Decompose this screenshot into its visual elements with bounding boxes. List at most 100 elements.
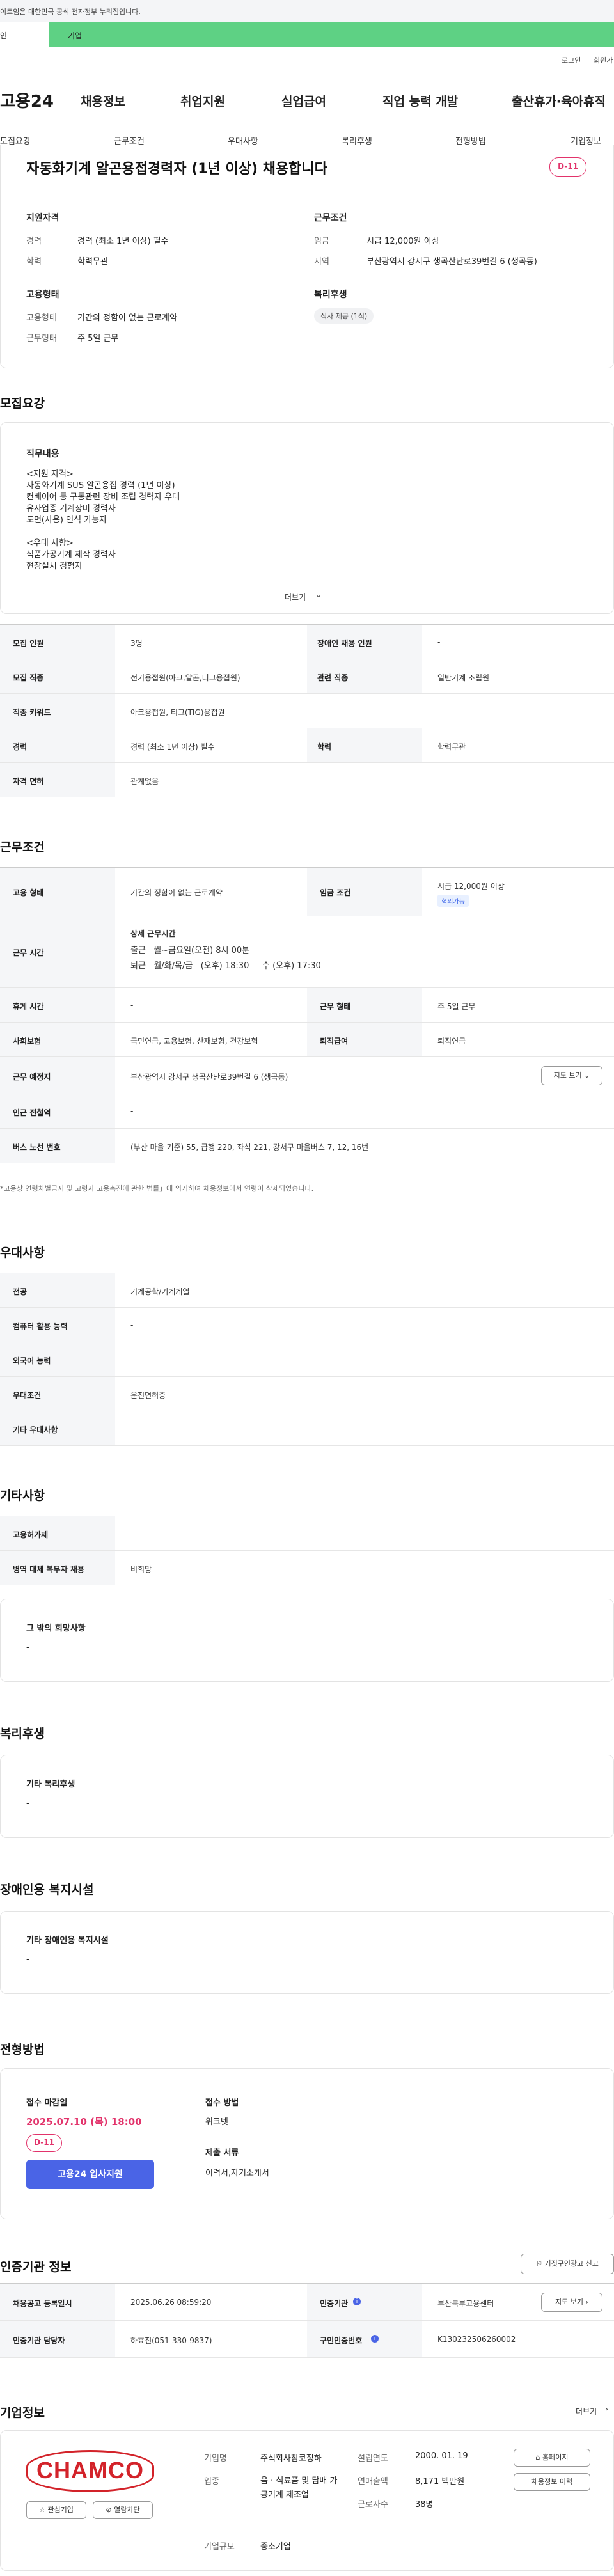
more-button[interactable]: 더보기 [285,592,306,602]
row-label: 퇴직급여 [320,1037,349,1046]
cond-label: 지역 [314,257,329,267]
disabled-card-value: - [26,1955,29,1965]
main-nav: 고용24 채용정보 취업지원 실업급여 직업 능력 개발 출산휴가·육아휴직 [0,74,614,125]
disabled-card-heading: 기타 장애인용 복지시설 [26,1936,109,1945]
table-row: 버스 노선 번호 (부산 마을 기준) 55, 급행 220, 좌석 221, … [0,1129,614,1163]
sales-value: 8,171 백만원 [415,2477,465,2486]
etc-wish-card: 그 밖의 희망사항 - [0,1599,614,1682]
homepage-button[interactable]: ⌂ 홈페이지 [514,2449,590,2467]
home-icon: ⌂ [535,2453,540,2462]
row-label: 인증기관 담당자 [13,2336,65,2345]
method-label: 접수 방법 [205,2098,239,2108]
nav-unemployment-benefit[interactable]: 실업급여 [281,92,326,109]
table-row: 휴게 시간 - 근무 형태 주 5일 근무 [0,988,614,1023]
chevron-right-icon: › [585,2298,588,2306]
emp-label: 근무형태 [26,334,57,343]
table-row: 사회보험 국민연금, 고용보험, 산재보험, 건강보험 퇴직급여 퇴직연금 [0,1023,614,1057]
method-value: 워크넷 [205,2117,228,2127]
personal-tab[interactable] [0,22,49,47]
row-label: 자격 면허 [13,777,44,786]
industry-label: 업종 [204,2477,219,2486]
report-button[interactable]: ⚐ 거짓구인광고 신고 [521,2254,614,2274]
job-desc-card: 직무내용 <지원 자격> 자동화기계 SUS 알곤용접 경력 (1년 이상) 컨… [0,422,614,614]
table-row: 채용공고 등록일시 2025.06.26 08:59:20 인증기관 i 부산북… [0,2284,614,2321]
company-more-link[interactable]: 더보기 [576,2406,597,2417]
founded-value: 2000. 01. 19 [415,2451,468,2461]
row-value: 전기용접원(아크,알곤,티그용접원) [130,673,240,682]
disabled-heading: 장애인용 복지시설 [0,1883,94,1897]
job-desc-line: <우대 사항> [26,538,74,548]
nav-vocational-training[interactable]: 직업 능력 개발 [382,92,458,109]
nav-parental-leave[interactable]: 출산휴가·육아휴직 [512,92,606,109]
process-heading: 전형방법 [0,2043,45,2057]
row-value: K130232506260002 [437,2335,516,2344]
company-card: CHAMCO ☆ 관심기업 ⊘ 열람차단 기업명 주식회사참코정하 업종 음 ·… [0,2430,614,2571]
company-tab[interactable] [49,22,614,47]
deadline-value: 2025.07.10 (목) 18:00 [26,2116,142,2128]
job-history-button[interactable]: 채용정보 이력 [514,2473,590,2491]
row-value: - [437,638,441,647]
row-label: 기타 우대사항 [13,1425,58,1434]
company-name-label: 기업명 [204,2454,227,2463]
employees-value: 38명 [415,2500,434,2509]
nav-job-info[interactable]: 채용정보 [81,92,125,109]
agency-map-button[interactable]: 지도 보기 › [541,2293,602,2312]
map-button[interactable]: 지도 보기 ⌄ [541,1066,602,1085]
apply-button[interactable]: 고용24 입사지원 [26,2160,154,2189]
recruit-table: 모집 인원 3명 장애인 채용 인원 - 모집 직종 전기용접원(아크,알곤,티… [0,624,614,797]
row-label: 직종 키워드 [13,708,51,717]
row-label: 구인인증번호 [320,2336,363,2345]
row-value: 비희망 [130,1565,152,1574]
job-desc-line [26,526,180,538]
report-button-label: 거짓구인광고 신고 [544,2259,599,2268]
company-tab-label: 기업 [68,31,83,40]
info-icon[interactable]: i [353,2298,361,2305]
table-row: 고용 형태 기간의 정함이 없는 근로계약 임금 조건 시급 12,000원 이… [0,868,614,916]
table-row: 모집 인원 3명 장애인 채용 인원 - [0,625,614,659]
row-value: - [130,1424,134,1433]
row-value: - [130,1355,134,1364]
row-label: 인증기관 [320,2299,349,2308]
cond-value: 시급 12,000원 이상 [366,237,439,246]
favorite-company-button[interactable]: ☆ 관심기업 [26,2501,86,2519]
age-note: *고용상 연령차별금지 및 고령자 고용촉진에 관한 법률」에 의거하여 채용정… [0,1184,314,1193]
company-size-value: 중소기업 [260,2542,291,2552]
login-link[interactable]: 로그인 [562,55,581,65]
row-value: 부산북부고용센터 [437,2299,494,2308]
dday-badge: D-11 [549,157,586,177]
job-title: 자동화기계 알곤용접경력자 (1년 이상) 채용합니다 [26,161,327,177]
agency-table: 채용공고 등록일시 2025.06.26 08:59:20 인증기관 i 부산북… [0,2283,614,2358]
table-row: 근무 예정지 부산광역시 강서구 생곡산단로39번길 6 (생곡동) 지도 보기… [0,1057,614,1094]
docs-label: 제출 서류 [205,2148,239,2158]
qual-label: 경력 [26,237,42,246]
info-icon[interactable]: i [371,2335,379,2343]
pref-heading: 우대사항 [0,1246,45,1260]
join-link[interactable]: 회원가 [594,55,613,65]
row-value: 아크용접원, 티그(TIG)용접원 [130,708,225,717]
nav-employment-support[interactable]: 취업지원 [180,92,225,109]
site-logo[interactable]: 고용24 [0,88,54,112]
docs-value: 이력서,자기소개서 [205,2169,269,2178]
etc-heading: 기타사항 [0,1489,45,1503]
job-desc-line: 유사업종 기계장비 경력자 [26,504,116,514]
block-company-button[interactable]: ⊘ 열람차단 [93,2501,153,2519]
favorite-label: 관심기업 [47,2506,74,2514]
table-row: 우대조건 운전면허증 [0,1377,614,1411]
welfare-card-heading: 기타 복리후생 [26,1780,75,1789]
table-row: 기타 우대사항 - [0,1411,614,1446]
row-label: 병역 대체 복무자 채용 [13,1565,84,1574]
industry-value: 음 · 식료품 및 담배 가공기계 제조업 [260,2476,338,2500]
founded-label: 설립연도 [358,2454,388,2463]
qual-value: 학력무관 [77,257,108,267]
process-card: 접수 마감일 2025.07.10 (목) 18:00 D-11 고용24 입사… [0,2068,614,2219]
chevron-down-icon: ⌄ [584,1071,590,1080]
emp-value: 기간의 정함이 없는 근로계약 [77,313,177,323]
qual-value: 경력 (최소 1년 이상) 필수 [77,237,169,246]
table-row: 모집 직종 전기용접원(아크,알곤,티그용접원) 관련 직종 일반기계 조립원 [0,659,614,694]
recruit-heading: 모집요강 [0,397,45,411]
row-value: 관계없음 [130,777,159,786]
map-button-label: 지도 보기 [553,1071,582,1080]
table-row: 인증기관 담당자 하효진(051-330-9837) 구인인증번호 i K130… [0,2321,614,2358]
welfare-chip: 식사 제공 (1식) [314,308,374,324]
dday-badge: D-11 [26,2134,62,2152]
